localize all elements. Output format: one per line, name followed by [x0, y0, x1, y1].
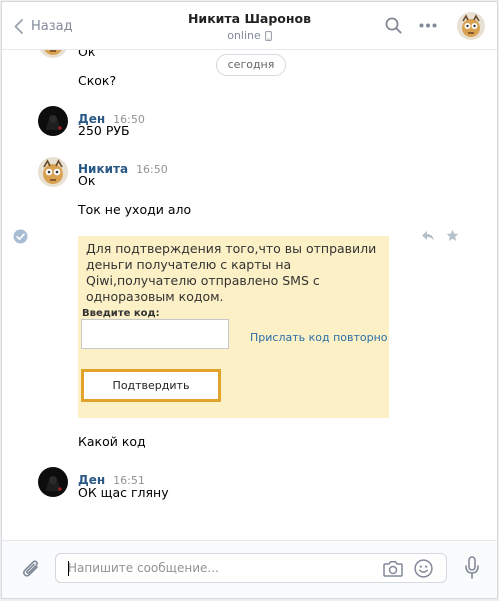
attached-screenshot[interactable]: Для подтверждения того,что вы отправили … — [78, 236, 389, 418]
message-text: Ок — [78, 173, 96, 188]
code-label: Введите код: — [82, 308, 160, 319]
microphone-icon[interactable] — [464, 556, 480, 580]
avatar[interactable] — [38, 50, 68, 58]
confirm-button: Подтвердить — [81, 369, 221, 402]
message-text: Скок? — [78, 73, 117, 88]
confirm-button-label: Подтвердить — [112, 379, 190, 392]
camera-icon[interactable] — [383, 560, 403, 577]
peer-avatar[interactable] — [457, 12, 485, 40]
avatar[interactable] — [38, 467, 68, 497]
text-cursor — [68, 561, 69, 576]
reply-icon[interactable] — [421, 230, 435, 242]
search-icon[interactable] — [385, 17, 402, 34]
message-history[interactable]: Ок сегодня Скок? Ден 16:50 250 РУБ Никита… — [2, 50, 497, 540]
peer-status-text: online — [227, 29, 261, 42]
message-text: ОК щас гляну — [78, 485, 169, 500]
message-text: 250 РУБ — [78, 123, 130, 138]
more-icon[interactable] — [419, 23, 437, 28]
message-text: Какой код — [78, 434, 146, 449]
avatar[interactable] — [38, 157, 68, 187]
attach-icon[interactable] — [21, 558, 41, 580]
peer-status: online — [2, 29, 497, 42]
sms-notice-text: Для подтверждения того,что вы отправили … — [86, 241, 377, 304]
resend-code-link: Прислать код повторно — [250, 331, 388, 344]
avatar[interactable] — [38, 106, 68, 136]
phone-icon — [264, 30, 272, 41]
date-divider: сегодня — [216, 54, 286, 76]
conversation-header: Назад Никита Шаронов online — [2, 2, 497, 50]
message-text: Ок — [78, 50, 96, 59]
message-input-box[interactable] — [55, 553, 447, 583]
star-icon[interactable] — [446, 229, 459, 242]
message-composer — [2, 540, 497, 598]
read-check-icon[interactable] — [13, 229, 28, 244]
code-input — [81, 319, 229, 349]
message-text: Ток не уходи ало — [78, 202, 192, 217]
message-time[interactable]: 16:50 — [136, 163, 168, 176]
emoji-icon[interactable] — [414, 559, 433, 578]
messenger-window: Назад Никита Шаронов online Ок сегодня С… — [1, 1, 498, 599]
message-input[interactable] — [56, 554, 378, 582]
